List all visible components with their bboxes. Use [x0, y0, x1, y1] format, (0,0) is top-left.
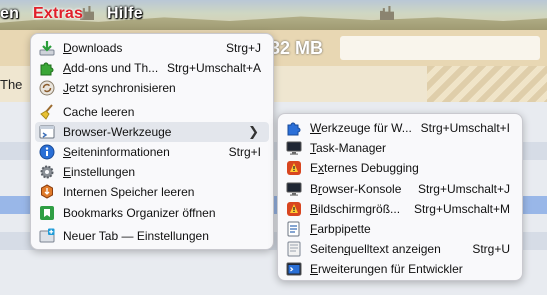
menu-item-sync[interactable]: Jetzt synchronisieren: [35, 78, 269, 98]
url-field[interactable]: [340, 36, 540, 60]
memory-size-text: 32 MB: [270, 38, 324, 58]
menu-item-remote-debugging[interactable]: Externes Debugging: [282, 158, 518, 178]
menu-title-partial[interactable]: en: [0, 5, 19, 23]
menu-title-hilfe[interactable]: Hilfe: [107, 5, 143, 23]
menu-item-browser-tools[interactable]: Browser-Werkzeuge ❯: [35, 121, 269, 142]
chevron-right-icon: ❯: [248, 123, 259, 139]
theme-ornament: [427, 66, 547, 102]
menu-item-bookmarks-organizer[interactable]: Bookmarks Organizer öffnen: [35, 203, 269, 223]
storage-icon: [39, 184, 55, 200]
menu-item-web-developer-tools[interactable]: Werkzeuge für W... Strg+Umschalt+I: [282, 118, 518, 138]
menu-bar: en Extras Hilfe: [0, 0, 547, 30]
menu-item-clear-storage[interactable]: Internen Speicher leeren: [35, 182, 269, 202]
shortcut-text: Strg+J: [225, 41, 261, 56]
menu-item-task-manager[interactable]: Task-Manager: [282, 138, 518, 158]
devtools-icon: [286, 120, 302, 136]
firefox-debug-icon: [286, 160, 302, 176]
menu-item-page-info[interactable]: Seiteninformationen Strg+I: [35, 142, 269, 162]
menu-item-clear-cache[interactable]: Cache leeren: [35, 102, 269, 122]
menu-item-responsive-design[interactable]: Bildschirmgröß... Strg+Umschalt+M: [282, 199, 518, 219]
gear-icon: [39, 164, 55, 180]
extension-dev-icon: [286, 261, 302, 277]
shortcut-text: Strg+I: [228, 145, 261, 160]
sync-icon: [39, 80, 55, 96]
partial-page-text: The: [0, 77, 23, 92]
browser-tools-submenu: Werkzeuge für W... Strg+Umschalt+I Task-…: [277, 113, 523, 281]
bookmark-organizer-icon: [39, 205, 55, 221]
info-icon: [39, 144, 55, 160]
menu-item-view-page-source[interactable]: Seitenquelltext anzeigen Strg+U: [282, 239, 518, 259]
menu-title-extras[interactable]: Extras: [33, 5, 83, 23]
menu-item-browser-console[interactable]: Browser-Konsole Strg+Umschalt+J: [282, 179, 518, 199]
extras-menu: Downloads Strg+J Add-ons und Th... Strg+…: [30, 33, 274, 250]
shortcut-text: Strg+Umschalt+J: [417, 181, 510, 196]
menu-item-eyedropper[interactable]: Farbpipette: [282, 219, 518, 239]
monitor-icon: [286, 140, 302, 156]
screenshot-icon: [286, 201, 302, 217]
shortcut-text: Strg+Umschalt+A: [166, 61, 261, 76]
menu-item-new-tab-settings[interactable]: Neuer Tab — Einstellungen: [35, 226, 269, 246]
shortcut-text: Strg+U: [472, 242, 510, 257]
menu-item-addons[interactable]: Add-ons und Th... Strg+Umschalt+A: [35, 58, 269, 78]
menu-item-settings[interactable]: Einstellungen: [35, 162, 269, 182]
shortcut-text: Strg+Umschalt+I: [420, 121, 510, 136]
download-icon: [39, 40, 55, 56]
menu-item-extensions-for-developers[interactable]: Erweiterungen für Entwickler: [282, 259, 518, 279]
castle-decoration-icon: [380, 6, 394, 20]
page-source-icon: [286, 241, 302, 257]
broom-icon: [39, 103, 55, 120]
new-tab-settings-icon: [39, 228, 55, 244]
menu-item-downloads[interactable]: Downloads Strg+J: [35, 38, 269, 58]
shortcut-text: Strg+Umschalt+M: [413, 201, 510, 216]
console-icon: [286, 181, 302, 197]
puzzle-icon: [39, 60, 55, 76]
browser-tools-icon: [39, 124, 55, 140]
eyedropper-icon: [286, 221, 302, 237]
